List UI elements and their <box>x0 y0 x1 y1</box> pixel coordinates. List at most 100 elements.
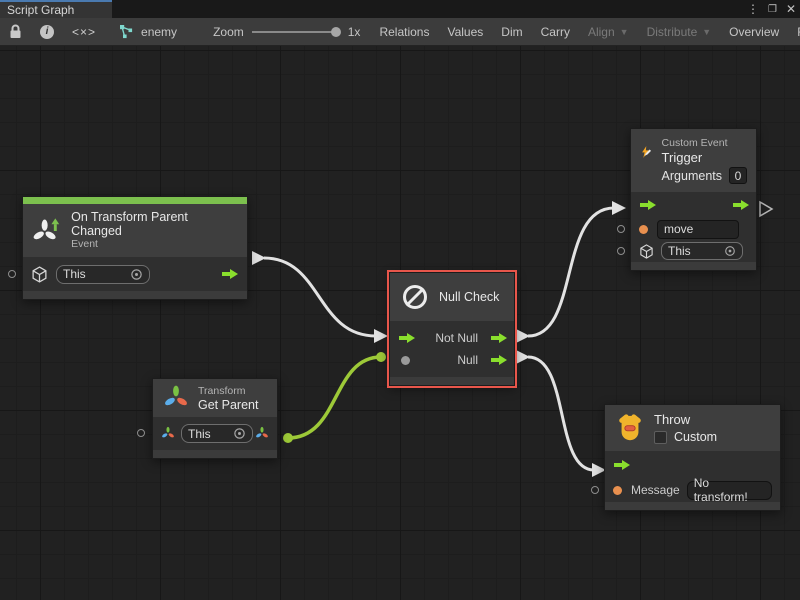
zoom-control: Zoom 1x <box>185 18 370 45</box>
info-icon: i <box>40 25 54 39</box>
node-footer <box>23 291 247 299</box>
close-icon[interactable]: ✕ <box>786 2 796 16</box>
object-picker-icon[interactable] <box>233 427 246 440</box>
node-title: Trigger <box>662 150 747 165</box>
flow-row <box>631 192 756 218</box>
node-title: On Transform Parent Changed <box>71 210 237 238</box>
node-null-check[interactable]: Null Check Not Null Null <box>389 272 515 386</box>
graph-toolbar: i <×> enemy Zoom 1x Relations Values Dim… <box>0 18 800 46</box>
overview-label: Overview <box>729 25 779 39</box>
message-label: Message <box>631 483 680 497</box>
object-picker-icon[interactable] <box>724 245 736 257</box>
wire-null-to-throw[interactable] <box>528 357 594 470</box>
window-controls: ⋮ ❐ ✕ <box>747 0 796 18</box>
wire-end-dot <box>283 433 293 443</box>
value-input-port[interactable] <box>617 247 625 255</box>
window-menu-icon[interactable]: ⋮ <box>747 2 759 16</box>
message-value: No transform! <box>694 476 765 504</box>
node-title: Throw <box>654 412 717 427</box>
event-name-field[interactable]: move <box>657 220 739 239</box>
custom-checkbox[interactable] <box>654 431 667 444</box>
wire-getparent-to-nullcheck[interactable] <box>288 357 381 438</box>
relations-label: Relations <box>379 25 429 39</box>
node-footer <box>631 262 756 270</box>
distribute-dropdown[interactable]: Distribute ▼ <box>638 18 721 45</box>
fullscreen-button[interactable]: Full Screen <box>788 18 800 45</box>
gameobject-cube-icon <box>31 266 48 283</box>
value-input-port[interactable] <box>137 429 145 437</box>
string-port-icon[interactable] <box>639 225 648 234</box>
value-input-port[interactable] <box>401 356 410 365</box>
flow-input-port[interactable] <box>613 459 631 471</box>
tab-script-graph[interactable]: Script Graph <box>0 0 112 18</box>
node-throw[interactable]: Throw Custom Message No transform! <box>604 404 781 511</box>
flow-input-port[interactable] <box>639 199 657 211</box>
flow-output-port[interactable] <box>221 268 239 280</box>
unconnected-flow-port-icon[interactable] <box>760 202 772 216</box>
value-input-port[interactable] <box>591 486 599 494</box>
message-field[interactable]: No transform! <box>687 481 772 500</box>
node-on-transform-parent-changed[interactable]: On Transform Parent Changed Event This <box>22 196 248 300</box>
object-picker-icon[interactable] <box>130 268 143 281</box>
wire-end-dot <box>376 352 386 362</box>
distribute-label: Distribute <box>647 25 698 39</box>
event-accent-bar <box>23 197 247 204</box>
target-object-field[interactable]: This <box>56 265 150 284</box>
node-header: Null Check <box>390 273 514 321</box>
transform-port-icon[interactable] <box>161 426 175 441</box>
chevron-down-icon: ▼ <box>702 27 711 37</box>
zoom-slider[interactable] <box>252 26 340 38</box>
overview-button[interactable]: Overview <box>720 18 788 45</box>
flow-input-port[interactable] <box>398 332 416 344</box>
string-port-icon[interactable] <box>613 486 622 495</box>
lock-icon <box>9 24 22 39</box>
dim-button[interactable]: Dim <box>492 18 531 45</box>
null-flow-output-port[interactable] <box>490 354 508 366</box>
zoom-slider-handle[interactable] <box>331 27 341 37</box>
not-null-row: Not Null <box>390 327 514 349</box>
node-header: Throw Custom <box>605 405 780 451</box>
edit-source-button[interactable]: <×> <box>63 18 105 45</box>
throw-error-icon <box>615 412 645 444</box>
graph-canvas[interactable]: On Transform Parent Changed Event This <box>0 46 800 600</box>
value-input-port[interactable] <box>617 225 625 233</box>
target-object-field[interactable]: This <box>181 424 253 443</box>
carry-button[interactable]: Carry <box>532 18 579 45</box>
value-input-port[interactable] <box>8 270 16 278</box>
node-title: Get Parent <box>198 398 258 412</box>
wire-start-triangle <box>516 329 530 343</box>
wire-notnull-to-trigger[interactable] <box>528 208 614 336</box>
custom-event-icon <box>640 137 653 167</box>
carry-label: Carry <box>541 25 570 39</box>
target-object-field[interactable]: This <box>661 242 743 260</box>
lock-button[interactable] <box>0 18 31 45</box>
not-null-flow-output-port[interactable] <box>490 332 508 344</box>
inspect-button[interactable]: i <box>31 18 63 45</box>
node-get-parent[interactable]: Transform Get Parent This <box>152 378 278 459</box>
relations-button[interactable]: Relations <box>370 18 438 45</box>
tab-bar: Script Graph ⋮ ❐ ✕ <box>0 0 800 18</box>
maximize-icon[interactable]: ❐ <box>768 4 777 15</box>
node-trigger-custom-event[interactable]: Custom Event Trigger Arguments 0 move <box>630 128 757 271</box>
node-title: Null Check <box>439 290 499 304</box>
values-button[interactable]: Values <box>438 18 492 45</box>
node-category: Transform <box>198 385 258 397</box>
graph-breadcrumb[interactable]: enemy <box>105 18 185 45</box>
transform-icon <box>163 384 189 412</box>
values-label: Values <box>447 25 483 39</box>
wire-event-to-nullcheck[interactable] <box>264 258 376 336</box>
arguments-label: Arguments <box>662 169 722 183</box>
arguments-count-field[interactable]: 0 <box>729 167 747 184</box>
transform-output-port-icon[interactable] <box>255 426 269 441</box>
flow-output-port[interactable] <box>732 199 750 211</box>
graph-name-label: enemy <box>141 25 177 39</box>
node-header: Custom Event Trigger Arguments 0 <box>631 129 756 192</box>
wire-start-triangle <box>516 350 530 364</box>
align-dropdown[interactable]: Align ▼ <box>579 18 638 45</box>
graph-icon <box>119 24 135 39</box>
event-name-value: move <box>664 222 693 236</box>
wire-arrowhead <box>612 201 626 215</box>
tab-title: Script Graph <box>7 3 74 17</box>
node-footer <box>390 377 514 385</box>
gameobject-cube-icon <box>639 244 654 259</box>
